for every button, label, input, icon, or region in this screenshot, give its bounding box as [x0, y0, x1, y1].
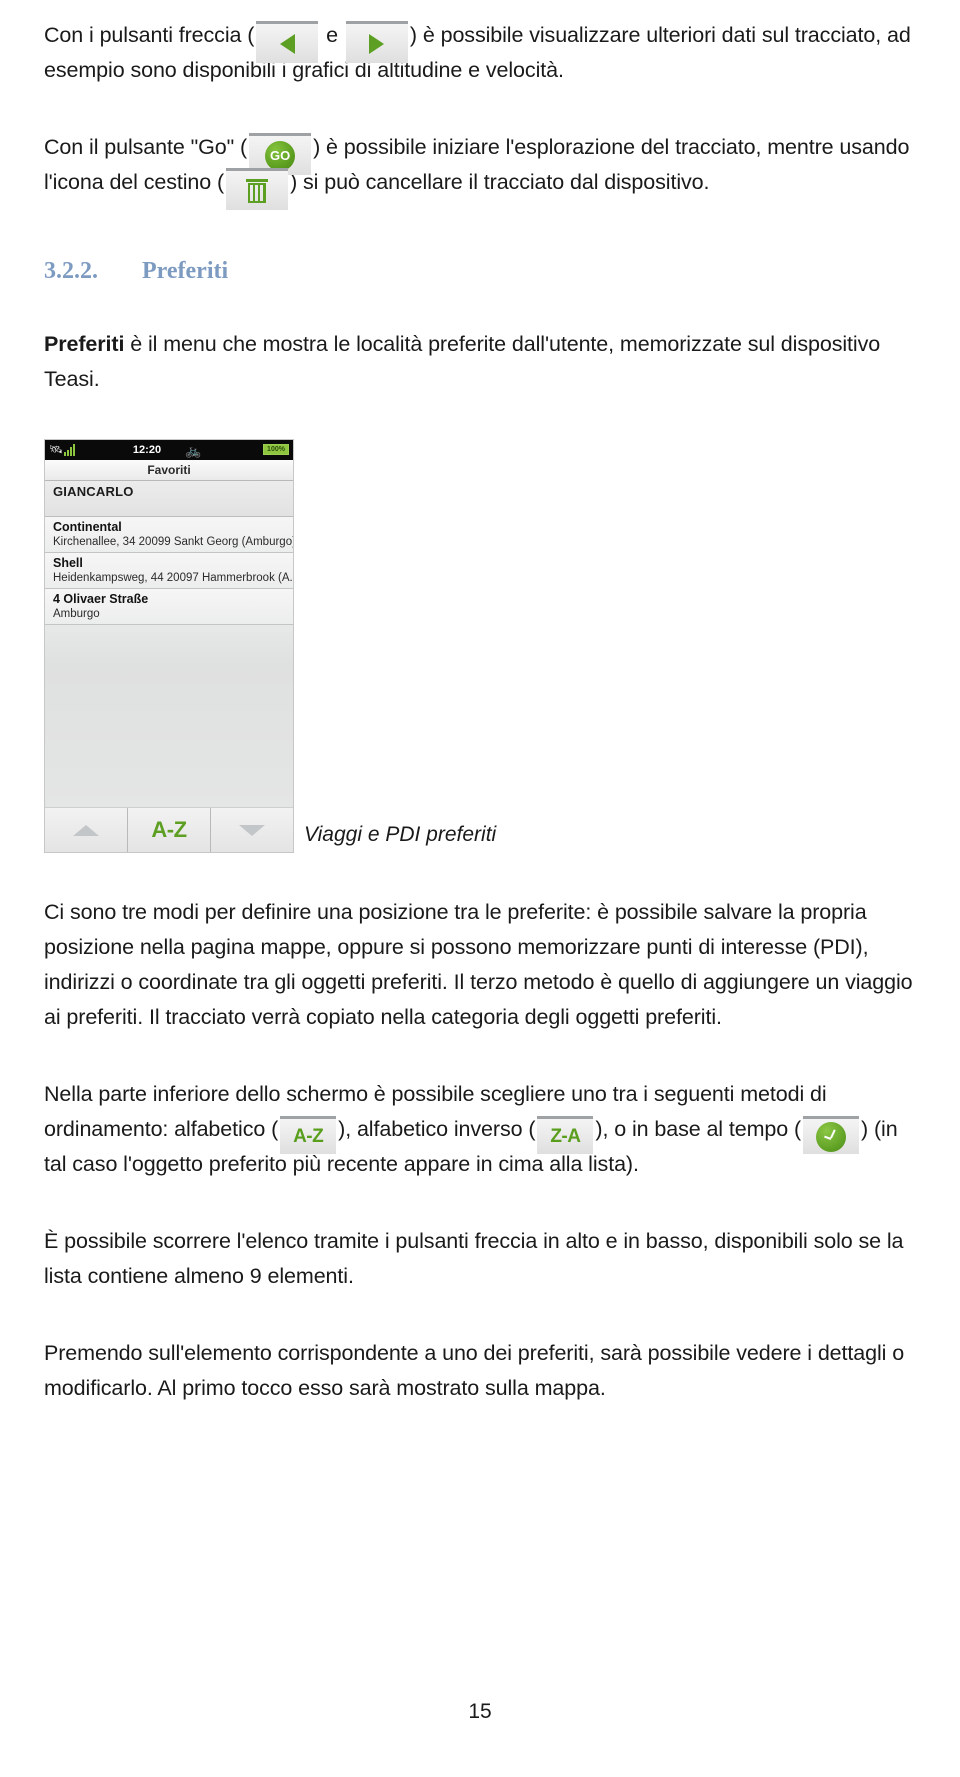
arrow-left-glyph [279, 33, 295, 54]
preferiti-rest-text: è il menu che mostra le località preferi… [44, 332, 881, 391]
go-badge-label: GO [265, 140, 296, 171]
paragraph-tre-modi: Ci sono tre modi per definire una posizi… [44, 900, 913, 1029]
sort-az-icon[interactable]: A-Z [280, 1116, 337, 1155]
sorting-text-3: ), o in base al tempo ( [595, 1117, 802, 1141]
bicycle-icon: 🚲 [185, 442, 202, 458]
chevron-down-icon [239, 824, 265, 836]
clock-glyph [816, 1121, 847, 1152]
sort-az-label: A-Z [151, 817, 187, 842]
sort-za-icon-label: Z-A [550, 1126, 581, 1148]
device-title-bar: Favoriti [45, 460, 293, 481]
arrow-right-glyph-wrap [346, 24, 408, 63]
document-page: Con i pulsanti freccia ( e ) è possibile… [0, 0, 960, 1777]
device-favorites-list: Continental Kirchenallee, 34 20099 Sankt… [45, 517, 293, 625]
list-item-title: Continental [53, 520, 122, 534]
list-item-title: Shell [53, 556, 83, 570]
arrow-left-glyph-wrap [256, 24, 318, 63]
paragraph-scroll-list: È possibile scorrere l'elenco tramite i … [44, 1229, 904, 1288]
paragraph-sorting-methods: Nella parte inferiore dello schermo è po… [44, 1077, 916, 1182]
battery-indicator: 100% [263, 444, 289, 455]
trash-can [248, 182, 267, 203]
device-empty-list-area [45, 625, 293, 808]
arrow-right-icon[interactable] [345, 21, 408, 64]
list-item-subtitle: Amburgo [53, 608, 100, 620]
section-heading-text: Preferiti [142, 258, 229, 284]
clock-icon[interactable] [803, 1116, 860, 1155]
device-bottom-toolbar: A-Z [45, 808, 293, 852]
device-statusbar: 🛰 12:20 🚲 100% [45, 440, 293, 460]
page-number: 15 [468, 1700, 492, 1723]
sorting-text-2: ), alfabetico inverso ( [338, 1117, 536, 1141]
scroll-up-button[interactable] [45, 808, 128, 852]
list-item[interactable]: 4 Olivaer Straße Amburgo [45, 589, 293, 625]
arrow-left-icon[interactable] [256, 21, 319, 64]
list-item-title: 4 Olivaer Straße [53, 592, 149, 606]
clock-glyph-wrap [803, 1119, 859, 1154]
sort-za-glyph-wrap: Z-A [537, 1119, 593, 1154]
paragraph-go-trash: Con il pulsante "Go" (GO) è possibile in… [44, 130, 916, 211]
figure-device-screenshot: 🛰 12:20 🚲 100% Favoriti GIANCARLO Contin… [44, 439, 916, 853]
paragraph-go-text-before: Con il pulsante "Go" ( [44, 135, 248, 159]
trash-glyph-wrap [226, 171, 288, 210]
device-user-label: GIANCARLO [45, 481, 293, 517]
sort-az-glyph-wrap: A-Z [280, 1119, 336, 1154]
paragraph-preferiti-definition: Preferiti è il menu che mostra le locali… [44, 327, 916, 397]
sort-za-icon[interactable]: Z-A [537, 1116, 594, 1155]
chevron-up-icon [73, 824, 99, 836]
scroll-down-button[interactable] [211, 808, 293, 852]
paragraph-go-text-after: ) si può cancellare il tracciato dal dis… [290, 170, 710, 194]
figure-caption: Viaggi e PDI preferiti [304, 823, 497, 846]
paragraph-arrow-text-middle: e [320, 23, 344, 47]
sort-az-icon-label: A-Z [293, 1126, 324, 1148]
paragraph-arrow-text-before: Con i pulsanti freccia ( [44, 23, 255, 47]
list-item[interactable]: Continental Kirchenallee, 34 20099 Sankt… [45, 517, 293, 553]
trash-glyph [246, 178, 269, 203]
section-heading: 3.2.2. Preferiti [44, 258, 916, 285]
paragraph-arrow-buttons: Con i pulsanti freccia ( e ) è possibile… [44, 18, 916, 88]
section-heading-number: 3.2.2. [44, 258, 98, 284]
preferiti-bold-term: Preferiti [44, 332, 125, 356]
arrow-right-glyph [369, 33, 385, 54]
device-clock-label: 12:20 [132, 444, 162, 456]
sort-az-button[interactable]: A-Z [128, 808, 211, 852]
trash-icon[interactable] [226, 168, 289, 211]
trash-lid [246, 178, 269, 182]
list-item-subtitle: Heidenkampsweg, 44 20097 Hammerbrook (A.… [53, 572, 293, 584]
list-item-subtitle: Kirchenallee, 34 20099 Sankt Georg (Ambu… [53, 536, 293, 548]
page-content: Con i pulsanti freccia ( e ) è possibile… [44, 18, 916, 1406]
device-frame: 🛰 12:20 🚲 100% Favoriti GIANCARLO Contin… [44, 439, 294, 853]
paragraph-tap-item: Premendo sull'elemento corrispondente a … [44, 1341, 905, 1400]
list-item[interactable]: Shell Heidenkampsweg, 44 20097 Hammerbro… [45, 553, 293, 589]
